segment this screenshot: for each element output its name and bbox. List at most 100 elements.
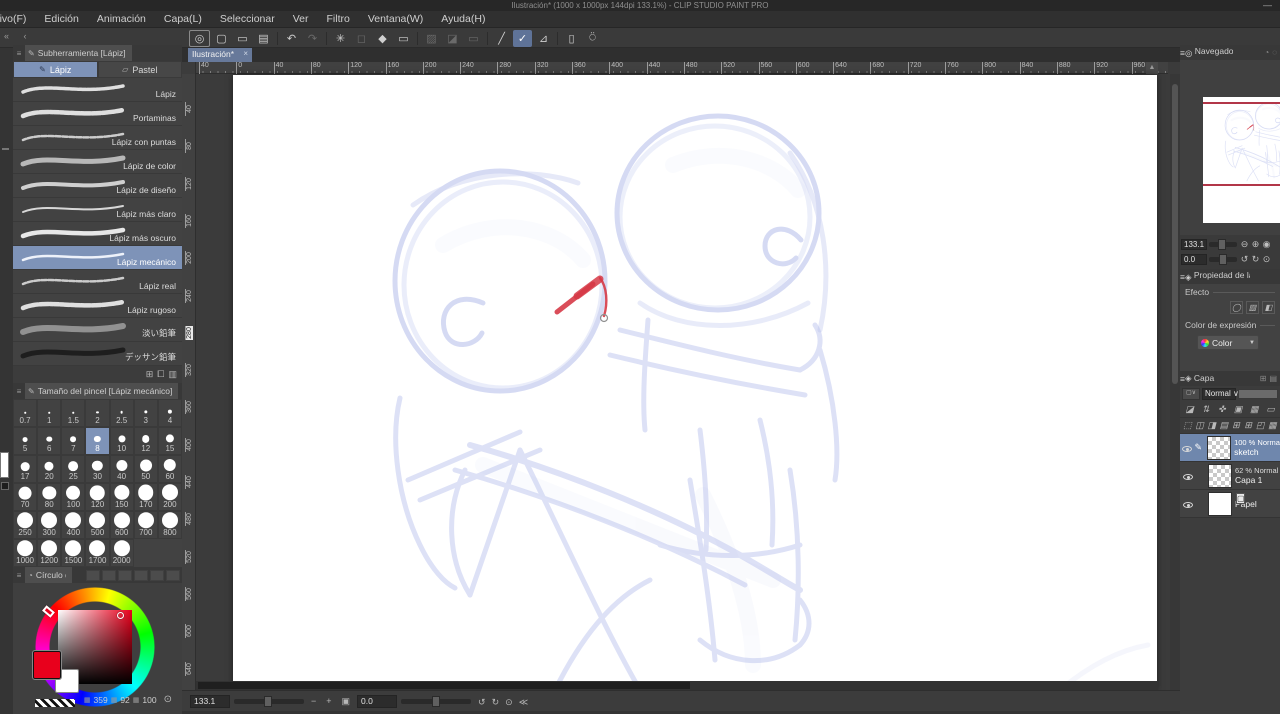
brush-size-500[interactable]: 500	[85, 511, 109, 539]
layer-thumbnail[interactable]	[1208, 464, 1232, 488]
brush-size-5[interactable]: 5	[13, 427, 37, 455]
brush-item-lápiz-con-puntas[interactable]: Lápiz con puntas	[13, 126, 182, 150]
snap-special-icon[interactable]: ✓	[513, 30, 532, 47]
brush-item-portaminas[interactable]: Portaminas	[13, 102, 182, 126]
brush-item-lápiz-más-oscuro[interactable]: Lápiz más oscuro	[13, 222, 182, 246]
brush-size-8[interactable]: 8	[85, 427, 109, 455]
brush-item-lápiz-de-diseño[interactable]: Lápiz de diseño	[13, 174, 182, 198]
rotation-slider[interactable]	[401, 699, 471, 704]
brush-size-7[interactable]: 7	[61, 427, 85, 455]
rotation-slider-thumb[interactable]	[432, 696, 440, 707]
minimize-button[interactable]: —	[1263, 0, 1272, 10]
brush-size-800[interactable]: 800	[158, 511, 182, 539]
visibility-eye-icon[interactable]	[1183, 502, 1193, 508]
undo-icon[interactable]: ↶	[282, 30, 301, 47]
brush-size-1[interactable]: 1	[37, 399, 61, 427]
tab-close-icon[interactable]: ×	[243, 49, 248, 58]
panel-menu-icon[interactable]: ≡	[13, 387, 25, 396]
layer-tool-icon[interactable]: ◰	[1255, 420, 1266, 431]
brush-size-2[interactable]: 2	[85, 399, 109, 427]
layer-tool-icon[interactable]: ▭	[1263, 404, 1278, 415]
fit-screen-button[interactable]: ▣	[339, 696, 354, 707]
zoom-slider[interactable]	[234, 699, 304, 704]
refresh-icon[interactable]: ✳	[331, 30, 350, 47]
rotate-right-icon[interactable]: ↻	[1250, 254, 1261, 265]
status-rotate-icon[interactable]: ≪	[516, 697, 531, 707]
select-1-icon[interactable]: ▨	[422, 30, 441, 47]
navigator-preview[interactable]	[1180, 60, 1280, 235]
brush-size-80[interactable]: 80	[37, 483, 61, 511]
navigator-canvas-thumbnail[interactable]	[1203, 97, 1280, 223]
nav-rotation-slider[interactable]	[1209, 257, 1237, 262]
rotate-left-icon[interactable]: ↺	[1239, 254, 1250, 265]
eye-cell[interactable]	[1180, 495, 1195, 513]
open-file-icon[interactable]: ▭	[233, 30, 252, 47]
brush-size-60[interactable]: 60	[158, 455, 182, 483]
status-rotate-icon[interactable]: ⊙	[502, 697, 516, 707]
color-tab-icon[interactable]	[86, 570, 100, 581]
brush-size-300[interactable]: 300	[37, 511, 61, 539]
document-tab[interactable]: × Ilustración*	[188, 48, 252, 62]
new-file-icon[interactable]: ▢	[212, 30, 231, 47]
panel-menu-icon[interactable]: ≡	[13, 571, 25, 580]
duplicate-brush-icon[interactable]: ⧠	[157, 369, 164, 380]
brush-size-10[interactable]: 10	[110, 427, 134, 455]
layer-tool-icon[interactable]: ✜	[1214, 404, 1229, 415]
navigator-tab-icon[interactable]: ◌	[1272, 48, 1277, 57]
brush-size-2000[interactable]: 2000	[110, 539, 134, 567]
foreground-color-swatch[interactable]	[33, 651, 61, 679]
collapsed-color-swatch[interactable]	[0, 452, 9, 478]
layer-color-effect-icon[interactable]: ◧	[1262, 301, 1275, 314]
brush-size-3[interactable]: 3	[134, 399, 158, 427]
brush-size-100[interactable]: 100	[61, 483, 85, 511]
brush-size-12[interactable]: 12	[134, 427, 158, 455]
layer-tool-icon[interactable]: ⬚	[1182, 420, 1193, 431]
canvas[interactable]	[233, 75, 1157, 690]
border-effect-icon[interactable]: ◯	[1230, 301, 1243, 314]
brush-size-4[interactable]: 4	[158, 399, 182, 427]
brush-size-17[interactable]: 17	[13, 455, 37, 483]
layer-row-capa-1[interactable]: 62 % NormalCapa 1	[1180, 462, 1280, 490]
layer-thumbnail[interactable]	[1208, 492, 1232, 516]
nav-rotation-thumb[interactable]	[1219, 254, 1227, 265]
brush-size-170[interactable]: 170	[134, 483, 158, 511]
brush-size-1000[interactable]: 1000	[13, 539, 37, 567]
brush-size-200[interactable]: 200	[158, 483, 182, 511]
add-brush-icon[interactable]: ⊞	[146, 369, 154, 380]
expression-color-dropdown[interactable]: Color ▼	[1197, 335, 1259, 350]
eye-cell[interactable]	[1180, 439, 1195, 457]
brush-size-1500[interactable]: 1500	[61, 539, 85, 567]
color-tab-icon[interactable]	[118, 570, 132, 581]
transparent-color-swatch[interactable]	[35, 699, 75, 707]
layer-tool-icon[interactable]: ◨	[1206, 420, 1217, 431]
rotate-reset-icon[interactable]: ⊙	[1261, 254, 1272, 265]
clear-icon[interactable]: ◻	[352, 30, 371, 47]
zoom-value[interactable]: 133.1	[190, 695, 230, 708]
brush-item-淡い鉛筆[interactable]: 淡い鉛筆	[13, 318, 182, 342]
material-icon[interactable]: ▯	[562, 30, 581, 47]
zoom-slider-thumb[interactable]	[264, 696, 272, 707]
vscroll-thumb[interactable]	[1172, 84, 1178, 384]
color-tab-icon[interactable]	[166, 570, 180, 581]
visibility-eye-icon[interactable]	[1182, 446, 1192, 452]
brush-size-1.5[interactable]: 1.5	[61, 399, 85, 427]
brush-size-15[interactable]: 15	[158, 427, 182, 455]
layer-panel-tab-icon[interactable]: ⊞	[1260, 374, 1267, 383]
zoom-out-button[interactable]: −	[308, 696, 319, 706]
brush-item-lápiz-rugoso[interactable]: Lápiz rugoso	[13, 294, 182, 318]
eye-cell[interactable]	[1180, 467, 1195, 485]
brush-size-6[interactable]: 6	[37, 427, 61, 455]
menu-item-archivof[interactable]: Archivo(F)	[0, 13, 35, 25]
brush-size-25[interactable]: 25	[61, 455, 85, 483]
brush-size-1700[interactable]: 1700	[85, 539, 109, 567]
nav-zoom-value[interactable]: 133.1	[1181, 239, 1207, 250]
layer-tool-icon[interactable]: ◫	[1194, 420, 1205, 431]
brush-item-lápiz-más-claro[interactable]: Lápiz más claro	[13, 198, 182, 222]
palette-color-dropdown[interactable]: ▢∨	[1182, 388, 1200, 400]
brush-item-lápiz-real[interactable]: Lápiz real	[13, 270, 182, 294]
select-3-icon[interactable]: ▭	[464, 30, 483, 47]
collapsed-tool-icon[interactable]	[1, 482, 9, 490]
zoom-in-button[interactable]: +	[323, 696, 334, 706]
color-tab-icon[interactable]	[134, 570, 148, 581]
menu-item-seleccionar[interactable]: Seleccionar	[211, 13, 284, 25]
